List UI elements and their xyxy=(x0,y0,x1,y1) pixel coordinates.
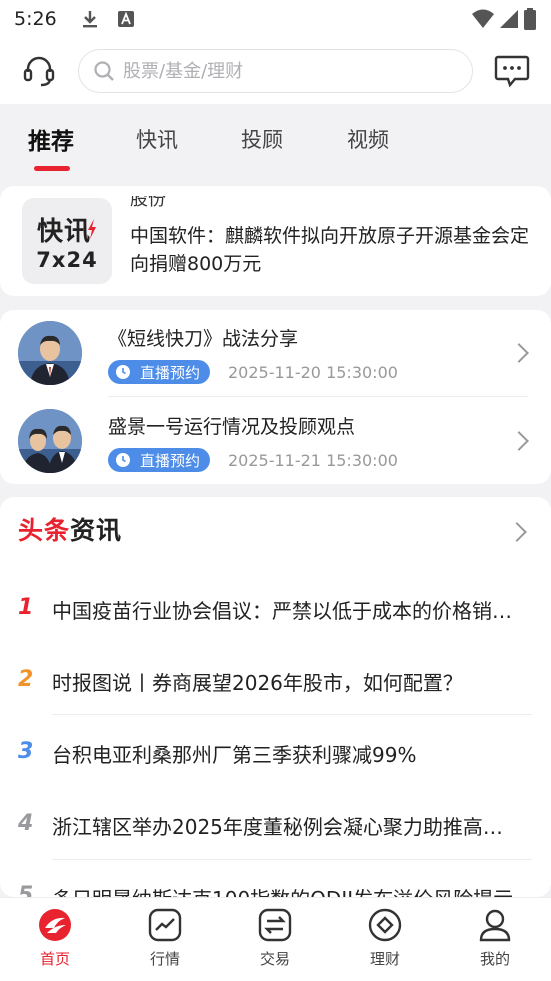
flash-logo-subtext: 7x24 xyxy=(36,247,98,272)
live-badge-label: 直播预约 xyxy=(140,363,201,382)
chevron-right-icon xyxy=(509,431,529,451)
search-icon xyxy=(94,61,114,81)
tab-recommend[interactable]: 推荐 xyxy=(28,122,74,156)
user-icon xyxy=(479,909,511,942)
flash-logo-text: 快讯 xyxy=(36,216,91,247)
news-item[interactable]: 3 台积电亚利桑那州厂第三季获利骤减99% xyxy=(0,719,551,793)
live-item[interactable]: 盛景一号运行情况及投顾观点 直播预约 2025-11-21 15:30:00 xyxy=(0,398,551,486)
flash-7x24-logo: 快讯 7x24 xyxy=(22,198,112,284)
news-rank: 1 xyxy=(18,595,34,620)
live-reservation-badge[interactable]: 直播预约 xyxy=(108,360,211,384)
download-icon xyxy=(82,11,97,28)
status-time: 5:26 xyxy=(14,8,57,30)
home-logo-icon xyxy=(39,909,71,941)
section-title-red: 头条 xyxy=(18,516,71,545)
live-schedule-card: 《短线快刀》战法分享 直播预约 2025-11-20 15:30:00 盛景一号… xyxy=(0,310,551,484)
nav-label: 理财 xyxy=(369,950,400,968)
tab-flash[interactable]: 快讯 xyxy=(136,124,178,154)
nav-home[interactable]: 首页 xyxy=(15,908,95,969)
news-headline: 时报图说丨券商展望2026年股市，如何配置？ xyxy=(52,671,463,695)
news-rank: 2 xyxy=(18,667,34,692)
news-rank: 4 xyxy=(18,811,34,836)
flash-news-card[interactable]: 快讯 7x24 股份 中国软件：麒麟软件拟向开放原子开源基金会定向捐赠800万元 xyxy=(0,186,551,296)
nav-label: 首页 xyxy=(39,950,70,968)
divider xyxy=(52,859,532,860)
nav-label: 交易 xyxy=(259,950,290,968)
news-headline: 中国疫苗行业协会倡议：严禁以低于成本的价格销售疫苗 xyxy=(52,599,522,623)
top-bar xyxy=(0,38,551,104)
clock-icon xyxy=(116,453,130,467)
chart-line-icon xyxy=(148,908,182,942)
news-headline: 台积电亚利桑那州厂第三季获利骤减99% xyxy=(52,743,417,767)
section-title-dark: 资讯 xyxy=(70,516,123,545)
wifi-icon xyxy=(472,9,494,28)
search-box[interactable] xyxy=(78,49,473,93)
category-tabs: 推荐 快讯 投顾 视频 xyxy=(0,104,551,174)
live-title: 盛景一号运行情况及投顾观点 xyxy=(108,416,356,438)
headline-news-card: 头条资讯 1 中国疫苗行业协会倡议：严禁以低于成本的价格销售疫苗 2 时报图说丨… xyxy=(0,497,551,897)
divider xyxy=(52,714,532,715)
customer-service-icon[interactable] xyxy=(20,52,58,90)
nav-trade[interactable]: 交易 xyxy=(235,908,315,969)
nav-wealth[interactable]: 理财 xyxy=(345,908,425,969)
news-headline: 多只明晟纳斯达克100指数的QDII发布溢价风险提示 xyxy=(52,883,522,897)
message-icon[interactable] xyxy=(494,54,530,88)
news-rank: 3 xyxy=(18,739,34,764)
status-right xyxy=(471,7,537,31)
news-item[interactable]: 5 多只明晟纳斯达克100指数的QDII发布溢价风险提示 xyxy=(0,867,551,897)
news-item[interactable]: 1 中国疫苗行业协会倡议：严禁以低于成本的价格销售疫苗 xyxy=(0,571,551,645)
clock-icon xyxy=(116,365,130,379)
nav-label: 我的 xyxy=(479,950,510,968)
flash-ticker: 股份 中国软件：麒麟软件拟向开放原子开源基金会定向捐赠800万元 xyxy=(130,196,530,278)
tab-video[interactable]: 视频 xyxy=(347,124,389,154)
search-input[interactable] xyxy=(123,60,443,82)
chevron-right-icon xyxy=(509,343,529,363)
news-rank: 5 xyxy=(18,883,34,897)
host-avatar xyxy=(18,321,82,385)
flash-headline: 中国软件：麒麟软件拟向开放原子开源基金会定向捐赠800万元 xyxy=(130,225,530,275)
diamond-icon xyxy=(368,908,402,942)
lightning-icon xyxy=(88,219,96,239)
text-a-icon xyxy=(117,11,134,27)
signal-icon xyxy=(500,10,518,28)
section-title[interactable]: 头条资讯 xyxy=(18,511,122,547)
status-bar: 5:26 xyxy=(0,0,551,38)
bottom-nav: 首页 行情 交易 理财 我的 xyxy=(0,897,551,981)
live-reservation-badge[interactable]: 直播预约 xyxy=(108,448,211,472)
tab-advisor[interactable]: 投顾 xyxy=(241,124,283,154)
news-headline: 浙江辖区举办2025年度董秘例会凝心聚力助推高质量发展 xyxy=(52,815,522,839)
battery-icon xyxy=(524,8,536,30)
exchange-icon xyxy=(258,908,292,942)
news-item[interactable]: 2 时报图说丨券商展望2026年股市，如何配置？ xyxy=(0,645,551,719)
nav-label: 行情 xyxy=(149,950,180,968)
nav-market[interactable]: 行情 xyxy=(125,908,205,969)
divider xyxy=(108,396,528,397)
active-tab-indicator xyxy=(34,166,70,171)
live-badge-label: 直播预约 xyxy=(140,451,201,470)
live-item[interactable]: 《短线快刀》战法分享 直播预约 2025-11-20 15:30:00 xyxy=(0,310,551,398)
live-title: 《短线快刀》战法分享 xyxy=(108,328,299,350)
live-time: 2025-11-21 15:30:00 xyxy=(228,451,398,470)
flash-tag: 股份 xyxy=(130,196,166,210)
more-chevron-icon[interactable] xyxy=(507,522,527,542)
news-item[interactable]: 4 浙江辖区举办2025年度董秘例会凝心聚力助推高质量发展 xyxy=(0,793,551,867)
nav-profile[interactable]: 我的 xyxy=(455,908,535,969)
host-avatar xyxy=(18,409,82,473)
live-time: 2025-11-20 15:30:00 xyxy=(228,363,398,382)
